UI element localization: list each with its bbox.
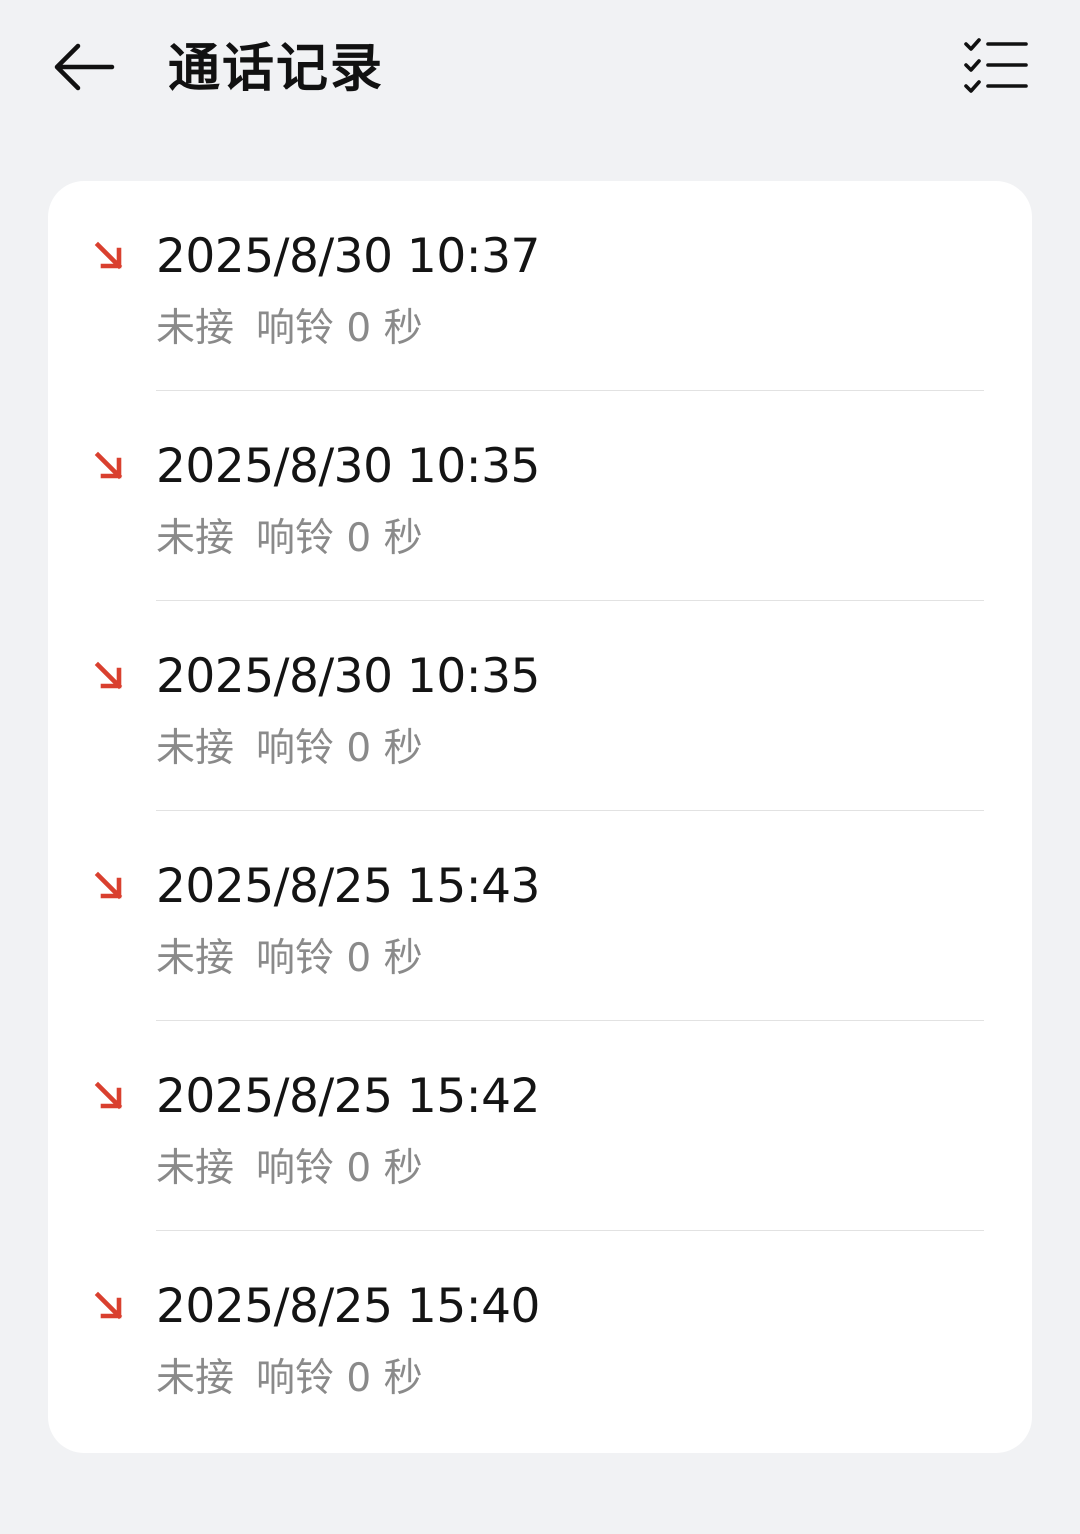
call-datetime: 2025/8/25 15:43 — [156, 859, 540, 914]
call-status: 未接 — [156, 306, 235, 351]
ring-duration: 响铃 0 秒 — [256, 516, 423, 561]
checklist-icon — [964, 38, 1028, 93]
call-status: 未接 — [156, 1356, 235, 1401]
missed-incoming-call-icon — [94, 451, 123, 480]
missed-incoming-call-icon — [94, 661, 123, 690]
call-status: 未接 — [156, 516, 235, 561]
call-status-line: 未接 响铃 0 秒 — [156, 723, 423, 775]
ring-duration: 响铃 0 秒 — [256, 1356, 423, 1401]
call-status-line: 未接 响铃 0 秒 — [156, 303, 423, 355]
ring-duration: 响铃 0 秒 — [256, 1146, 423, 1191]
call-status-line: 未接 响铃 0 秒 — [156, 1143, 423, 1195]
multi-select-button[interactable] — [956, 30, 1036, 102]
call-status: 未接 — [156, 726, 235, 771]
call-datetime: 2025/8/30 10:35 — [156, 439, 540, 494]
missed-incoming-call-icon — [94, 241, 123, 270]
ring-duration: 响铃 0 秒 — [256, 726, 423, 771]
ring-duration: 响铃 0 秒 — [256, 936, 423, 981]
back-arrow-icon — [54, 43, 115, 91]
call-history-row[interactable]: 2025/8/30 10:35 未接 响铃 0 秒 — [48, 601, 1032, 811]
missed-incoming-call-icon — [94, 1291, 123, 1320]
ring-duration: 响铃 0 秒 — [256, 306, 423, 351]
call-history-row[interactable]: 2025/8/30 10:37 未接 响铃 0 秒 — [48, 181, 1032, 391]
call-history-row[interactable]: 2025/8/25 15:43 未接 响铃 0 秒 — [48, 811, 1032, 1021]
call-datetime: 2025/8/30 10:37 — [156, 229, 540, 284]
call-datetime: 2025/8/25 15:42 — [156, 1069, 540, 1124]
call-history-row[interactable]: 2025/8/25 15:42 未接 响铃 0 秒 — [48, 1021, 1032, 1231]
back-button[interactable] — [44, 34, 124, 100]
call-status-line: 未接 响铃 0 秒 — [156, 933, 423, 985]
call-status: 未接 — [156, 936, 235, 981]
missed-incoming-call-icon — [94, 871, 123, 900]
call-datetime: 2025/8/25 15:40 — [156, 1279, 540, 1334]
call-history-row[interactable]: 2025/8/30 10:35 未接 响铃 0 秒 — [48, 391, 1032, 601]
call-status: 未接 — [156, 1146, 235, 1191]
call-history-list: 2025/8/30 10:37 未接 响铃 0 秒 2025/8/30 10:35… — [48, 181, 1032, 1441]
page-title: 通话记录 — [168, 39, 385, 99]
call-status-line: 未接 响铃 0 秒 — [156, 513, 423, 565]
missed-incoming-call-icon — [94, 1081, 123, 1110]
call-history-row[interactable]: 2025/8/25 15:40 未接 响铃 0 秒 — [48, 1231, 1032, 1441]
call-datetime: 2025/8/30 10:35 — [156, 649, 540, 704]
call-status-line: 未接 响铃 0 秒 — [156, 1353, 423, 1405]
call-history-card: 2025/8/30 10:37 未接 响铃 0 秒 2025/8/30 10:35… — [48, 181, 1032, 1453]
top-app-bar: 通话记录 — [0, 0, 1080, 140]
